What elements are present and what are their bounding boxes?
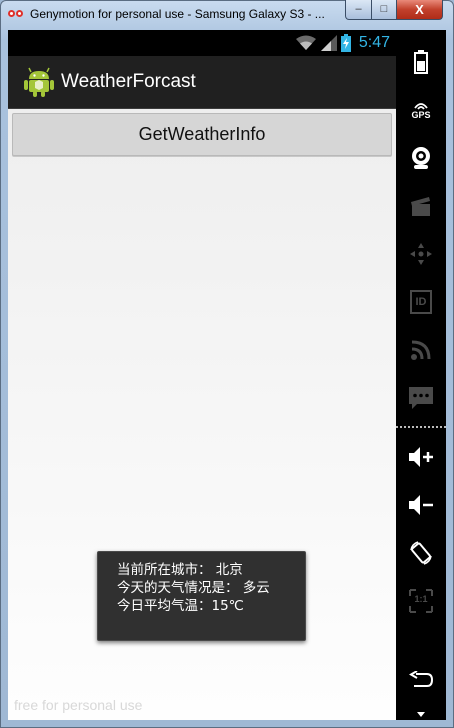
toast-temperature-line: 今日平均气温：15℃ bbox=[117, 598, 244, 614]
main-content: GetWeatherInfo 当前所在城市： 北京 今天的天气情况是： 多云 今… bbox=[8, 109, 396, 720]
network-widget-button[interactable] bbox=[396, 330, 446, 370]
window-title: Genymotion for personal use - Samsung Ga… bbox=[30, 7, 325, 21]
gps-label: GPS bbox=[411, 110, 431, 120]
close-button[interactable]: X bbox=[396, 0, 443, 20]
toast-city-line: 当前所在城市： 北京 bbox=[117, 562, 243, 578]
minimize-button[interactable]: – bbox=[345, 0, 372, 20]
gps-icon bbox=[414, 103, 428, 110]
toast-condition-line: 今天的天气情况是： 多云 bbox=[117, 580, 270, 596]
id-label: ID bbox=[415, 296, 427, 308]
volume-down-icon bbox=[409, 495, 433, 515]
toolbar-scroll-down-icon[interactable] bbox=[417, 712, 425, 717]
window-titlebar[interactable]: Genymotion for personal use - Samsung Ga… bbox=[0, 0, 454, 30]
id-icon: ID bbox=[410, 290, 432, 314]
volume-down-button[interactable] bbox=[396, 485, 446, 525]
watermark-text: free for personal use bbox=[14, 697, 143, 713]
rss-icon bbox=[411, 340, 431, 360]
identifiers-widget-button[interactable]: ID bbox=[396, 282, 446, 322]
battery-widget-button[interactable] bbox=[396, 42, 446, 82]
android-logo-icon bbox=[24, 67, 54, 97]
battery-charging-icon bbox=[340, 34, 351, 52]
webcam-icon bbox=[412, 147, 430, 169]
rotate-icon bbox=[410, 541, 432, 565]
weather-toast: 当前所在城市： 北京 今天的天气情况是： 多云 今日平均气温：15℃ bbox=[97, 551, 306, 641]
action-bar: WeatherForcast bbox=[8, 56, 396, 109]
volume-up-button[interactable] bbox=[396, 437, 446, 477]
back-icon bbox=[409, 671, 434, 687]
screencast-widget-button[interactable] bbox=[396, 186, 446, 226]
toolbar-separator bbox=[396, 426, 446, 428]
maximize-button[interactable]: □ bbox=[371, 0, 397, 20]
dpad-icon bbox=[410, 243, 432, 265]
signal-icon bbox=[320, 35, 337, 51]
volume-up-icon bbox=[409, 447, 433, 467]
rotate-button[interactable] bbox=[396, 533, 446, 573]
app-title: WeatherForcast bbox=[61, 71, 196, 92]
genymotion-logo-icon bbox=[8, 8, 24, 20]
genymotion-toolbar: GPS ID 1:1 bbox=[396, 30, 446, 720]
webcam-widget-button[interactable] bbox=[396, 138, 446, 178]
back-button[interactable] bbox=[396, 660, 446, 700]
scale-icon: 1:1 bbox=[409, 589, 433, 613]
pixel-perfect-button[interactable]: 1:1 bbox=[396, 581, 446, 621]
get-weather-info-button[interactable]: GetWeatherInfo bbox=[12, 113, 392, 156]
gps-widget-button[interactable]: GPS bbox=[396, 90, 446, 130]
wifi-icon bbox=[295, 35, 316, 50]
sms-icon bbox=[409, 387, 433, 409]
clapperboard-icon bbox=[411, 197, 430, 216]
android-status-bar: 5:47 bbox=[8, 30, 396, 56]
phone-sms-widget-button[interactable] bbox=[396, 378, 446, 418]
battery-icon bbox=[414, 50, 428, 74]
dpad-widget-button[interactable] bbox=[396, 234, 446, 274]
scale-label: 1:1 bbox=[414, 594, 428, 604]
status-time: 5:47 bbox=[358, 34, 390, 51]
phone-screen: 5:47 WeatherForcast GetWeatherInfo 当前所在城… bbox=[8, 30, 396, 720]
